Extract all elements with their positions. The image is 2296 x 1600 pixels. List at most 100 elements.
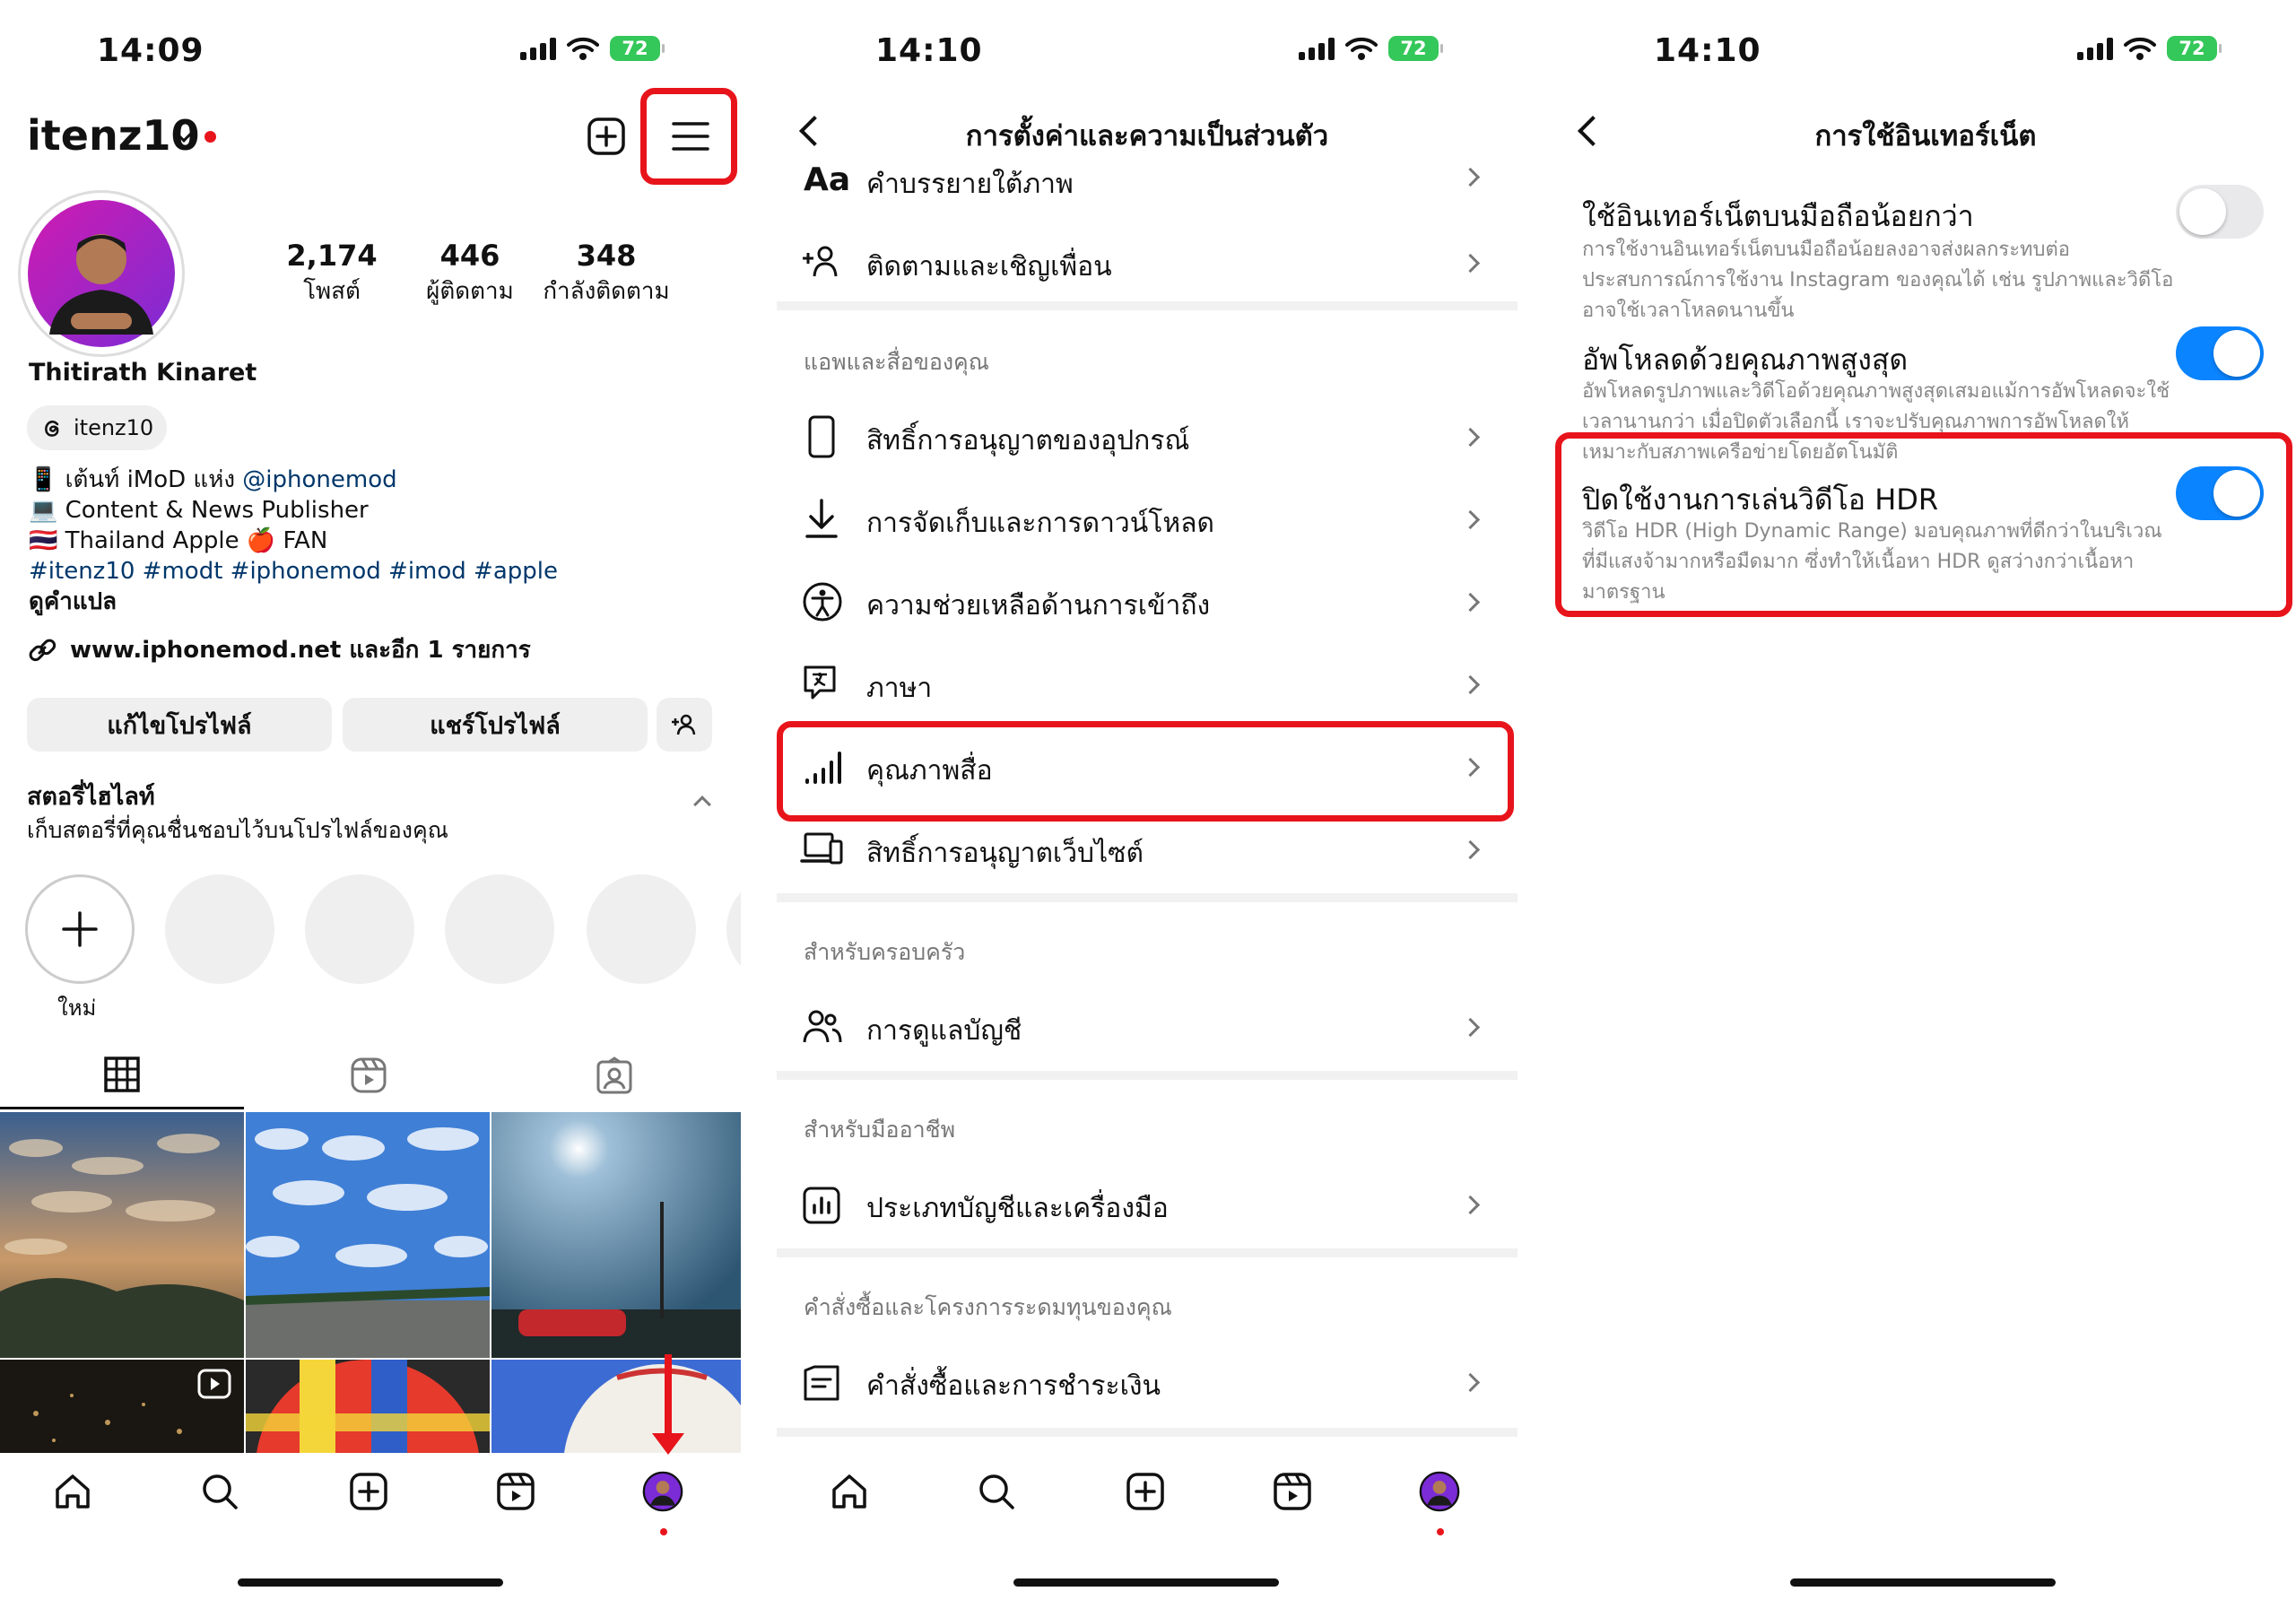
chevron-right-icon bbox=[1460, 509, 1481, 530]
new-highlight-button[interactable] bbox=[25, 874, 135, 984]
create-icon[interactable] bbox=[348, 1471, 389, 1512]
highlight-box-menu bbox=[640, 88, 737, 185]
highlight-placeholder bbox=[445, 874, 554, 984]
people-icon bbox=[803, 1010, 842, 1043]
chevron-up-icon[interactable] bbox=[693, 796, 711, 813]
battery-icon: 72 bbox=[610, 36, 665, 61]
highlight-arrow-shaft bbox=[665, 1354, 672, 1440]
toggle-upload-high-quality[interactable] bbox=[2176, 326, 2264, 380]
profile-icon[interactable] bbox=[642, 1471, 683, 1512]
section-header: คำสั่งซื้อและโครงการระดมทุนของคุณ bbox=[804, 1294, 1172, 1320]
threads-icon bbox=[45, 421, 59, 437]
settings-row-follow[interactable]: ติดตามและเชิญเพื่อน bbox=[777, 235, 1518, 292]
wifi-icon bbox=[567, 37, 599, 60]
add-person-icon bbox=[803, 246, 838, 277]
text-size-icon: Aa bbox=[804, 165, 851, 198]
setting-title: ใช้อินเทอร์เน็ตบนมือถือน้อยกว่า bbox=[1582, 199, 1974, 233]
post-thumbnail[interactable] bbox=[0, 1360, 244, 1453]
notification-dot bbox=[660, 1528, 667, 1535]
devices-icon bbox=[800, 832, 843, 865]
white-balloon-photo bbox=[491, 1360, 741, 1453]
sunset-clouds-photo bbox=[0, 1112, 244, 1358]
translate-link[interactable]: ดูคำแปล bbox=[29, 587, 719, 617]
chevron-right-icon bbox=[1460, 674, 1481, 695]
post-thumbnail[interactable] bbox=[246, 1360, 490, 1453]
threads-badge[interactable]: itenz10 bbox=[27, 405, 167, 450]
settings-screen: 14:10 72 การตั้งค่าและความเป็นส่วนตัว Aa… bbox=[777, 0, 1518, 1600]
reels-icon[interactable] bbox=[1272, 1471, 1313, 1512]
status-time: 14:09 bbox=[97, 32, 204, 69]
reels-icon[interactable] bbox=[495, 1471, 536, 1512]
post-thumbnail[interactable] bbox=[491, 1112, 741, 1358]
status-icons: 72 bbox=[1299, 36, 1443, 61]
profile-link[interactable]: www.iphonemod.net และอีก 1 รายการ bbox=[27, 631, 531, 668]
new-highlight-label: ใหม่ bbox=[57, 996, 97, 1021]
signal-icon bbox=[2077, 37, 2113, 60]
highlight-arrow-head bbox=[652, 1433, 684, 1455]
settings-row-caption[interactable]: Aa คำบรรยายใต้ภาพ bbox=[777, 165, 1518, 206]
page-title: การตั้งค่าและความเป็นส่วนตัว bbox=[965, 120, 1329, 152]
profile-screen: 14:09 72 itenz10 2,174 โพสต์ 446 ผู้ติดต… bbox=[0, 0, 741, 1600]
signal-icon bbox=[1299, 37, 1335, 60]
section-divider bbox=[777, 1071, 1518, 1080]
highlight-box-hdr bbox=[1555, 432, 2292, 617]
blue-sky-clouds-photo bbox=[246, 1112, 490, 1358]
create-icon[interactable] bbox=[1125, 1471, 1166, 1512]
section-header: แอพและสื่อของคุณ bbox=[804, 349, 989, 375]
chevron-right-icon bbox=[1460, 167, 1481, 187]
highlight-placeholder bbox=[165, 874, 274, 984]
toggle-less-data[interactable] bbox=[2176, 185, 2264, 239]
settings-row-download[interactable]: การจัดเก็บและการดาวน์โหลด bbox=[777, 493, 1518, 551]
plus-icon bbox=[62, 911, 98, 947]
setting-description: การใช้งานอินเทอร์เน็ตบนมือถือน้อยลงอาจส่… bbox=[1582, 239, 2174, 322]
post-thumbnail[interactable] bbox=[246, 1112, 490, 1358]
profile-username[interactable]: itenz10 bbox=[27, 111, 200, 160]
internet-usage-screen: 14:10 72 การใช้อินเทอร์เน็ต ใช้อินเทอร์เ… bbox=[1555, 0, 2296, 1600]
home-icon[interactable] bbox=[829, 1471, 870, 1512]
section-header: สำหรับมืออาชีพ bbox=[804, 1117, 956, 1143]
search-icon[interactable] bbox=[976, 1471, 1017, 1512]
grid-icon[interactable] bbox=[104, 1057, 140, 1092]
edit-profile-button[interactable]: แก้ไขโปรไฟล์ bbox=[27, 698, 332, 752]
avatar[interactable] bbox=[18, 190, 185, 357]
download-icon bbox=[805, 499, 838, 538]
settings-row-website[interactable]: สิทธิ์การอนุญาตเว็บไซต์ bbox=[777, 823, 1518, 881]
post-thumbnail[interactable] bbox=[491, 1360, 741, 1453]
settings-row-device[interactable]: สิทธิ์การอนุญาตของอุปกรณ์ bbox=[777, 411, 1518, 468]
chevron-right-icon bbox=[1460, 839, 1481, 860]
battery-icon: 72 bbox=[2167, 36, 2222, 61]
add-person-icon bbox=[672, 714, 696, 735]
reels-icon[interactable] bbox=[350, 1057, 387, 1094]
bio-hashtags[interactable]: #itenz10 #modt #iphonemod #imod #apple bbox=[29, 556, 719, 587]
settings-row-supervision[interactable]: การดูแลบัญชี bbox=[777, 1001, 1518, 1058]
share-profile-button[interactable]: แชร์โปรไฟล์ bbox=[343, 698, 648, 752]
search-icon[interactable] bbox=[199, 1471, 240, 1512]
settings-row-accessibility[interactable]: ความช่วยเหลือด้านการเข้าถึง bbox=[777, 576, 1518, 633]
insights-icon bbox=[803, 1187, 840, 1224]
stat-following[interactable]: 348 กำลังติดตาม bbox=[535, 239, 678, 309]
post-thumbnail[interactable] bbox=[0, 1112, 244, 1358]
section-divider bbox=[777, 1248, 1518, 1257]
bio-mention[interactable]: @iphonemod bbox=[242, 466, 396, 493]
discover-people-button[interactable] bbox=[657, 698, 712, 752]
stat-followers[interactable]: 446 ผู้ติดตาม bbox=[407, 239, 533, 309]
bottom-nav bbox=[777, 1471, 1518, 1535]
language-icon bbox=[804, 665, 836, 700]
status-time: 14:10 bbox=[875, 32, 983, 69]
home-icon[interactable] bbox=[52, 1471, 93, 1512]
profile-icon[interactable] bbox=[1419, 1471, 1460, 1512]
battery-icon: 72 bbox=[1388, 36, 1443, 61]
add-post-icon[interactable] bbox=[587, 117, 626, 156]
settings-row-orders[interactable]: คำสั่งซื้อและการชำระเงิน bbox=[777, 1356, 1518, 1413]
tagged-icon[interactable] bbox=[596, 1057, 633, 1094]
status-time: 14:10 bbox=[1654, 32, 1761, 69]
settings-row-language[interactable]: ภาษา bbox=[777, 658, 1518, 716]
home-indicator bbox=[1790, 1578, 2056, 1587]
hot-air-balloon-photo bbox=[246, 1360, 490, 1453]
stat-posts[interactable]: 2,174 โพสต์ bbox=[269, 239, 395, 309]
wifi-icon bbox=[1345, 37, 1378, 60]
phone-icon bbox=[808, 415, 835, 458]
sun-sky-photo bbox=[491, 1112, 741, 1358]
settings-row-tools[interactable]: ประเภทบัญชีและเครื่องมือ bbox=[777, 1178, 1518, 1236]
link-icon bbox=[29, 639, 57, 661]
